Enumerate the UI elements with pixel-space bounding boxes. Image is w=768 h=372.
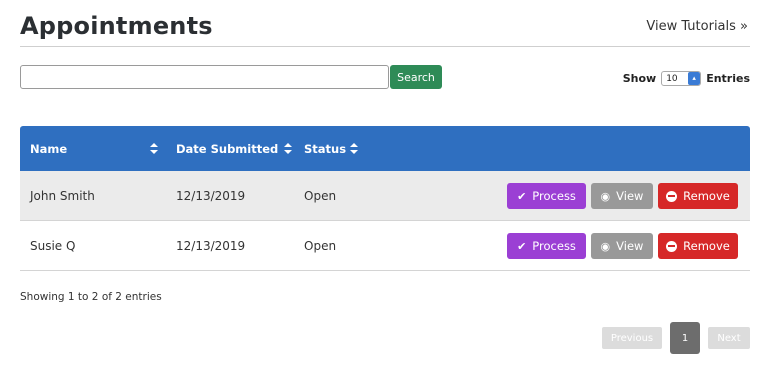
view-button[interactable]: ◉ View (591, 233, 653, 259)
table-row: John Smith 12/13/2019 Open ✔ Process ◉ V… (20, 171, 750, 221)
remove-label: Remove (683, 239, 730, 253)
row-actions: ✔ Process ◉ View Remove (507, 183, 738, 209)
cell-name: John Smith (30, 189, 95, 203)
column-header-label: Date Submitted (176, 141, 279, 156)
entries-select-value: 10 (666, 73, 678, 84)
column-header-date-submitted[interactable]: Date Submitted (176, 126, 293, 171)
search-input[interactable] (20, 65, 389, 89)
show-label: Show (622, 72, 657, 85)
entries-length-control: Show 10 ▴ Entries (623, 71, 750, 86)
cell-status: Open (304, 239, 337, 253)
minus-circle-icon (666, 190, 678, 202)
appointments-table: Name Date Submitted Status John Smith 12… (20, 126, 750, 271)
page-1-button[interactable]: 1 (670, 322, 700, 354)
search-button[interactable]: Search (390, 65, 442, 89)
view-tutorials-link[interactable]: View Tutorials » (646, 19, 748, 34)
minus-circle-icon (666, 240, 678, 252)
process-label: Process (532, 239, 576, 253)
entries-select[interactable]: 10 ▴ (661, 71, 702, 86)
table-info: Showing 1 to 2 of 2 entries (20, 291, 162, 303)
check-icon: ✔ (517, 239, 527, 253)
process-button[interactable]: ✔ Process (507, 183, 586, 209)
page-title: Appointments (20, 12, 213, 40)
eye-icon: ◉ (600, 239, 611, 253)
column-header-label: Name (30, 141, 68, 156)
eye-icon: ◉ (600, 189, 611, 203)
sort-icon (350, 143, 359, 154)
table-row: Susie Q 12/13/2019 Open ✔ Process ◉ View… (20, 221, 750, 271)
remove-label: Remove (683, 189, 730, 203)
row-actions: ✔ Process ◉ View Remove (507, 233, 738, 259)
sort-icon (150, 143, 158, 154)
previous-page-button[interactable]: Previous (602, 327, 662, 349)
remove-button[interactable]: Remove (658, 233, 738, 259)
column-header-name[interactable]: Name (30, 126, 158, 171)
entries-label: Entries (706, 72, 750, 85)
select-arrows-icon: ▴ (688, 72, 701, 85)
process-button[interactable]: ✔ Process (507, 233, 586, 259)
column-header-label: Status (304, 141, 347, 156)
view-button[interactable]: ◉ View (591, 183, 653, 209)
view-label: View (616, 189, 644, 203)
view-label: View (616, 239, 644, 253)
table-header: Name Date Submitted Status (20, 126, 750, 171)
cell-status: Open (304, 189, 337, 203)
cell-name: Susie Q (30, 239, 76, 253)
sort-icon (284, 143, 293, 154)
next-page-button[interactable]: Next (708, 327, 750, 349)
process-label: Process (532, 189, 576, 203)
check-icon: ✔ (517, 189, 527, 203)
column-header-status[interactable]: Status (304, 126, 359, 171)
cell-date: 12/13/2019 (176, 189, 246, 203)
title-divider (20, 46, 750, 47)
pagination: Previous 1 Next (602, 322, 750, 354)
cell-date: 12/13/2019 (176, 239, 246, 253)
remove-button[interactable]: Remove (658, 183, 738, 209)
